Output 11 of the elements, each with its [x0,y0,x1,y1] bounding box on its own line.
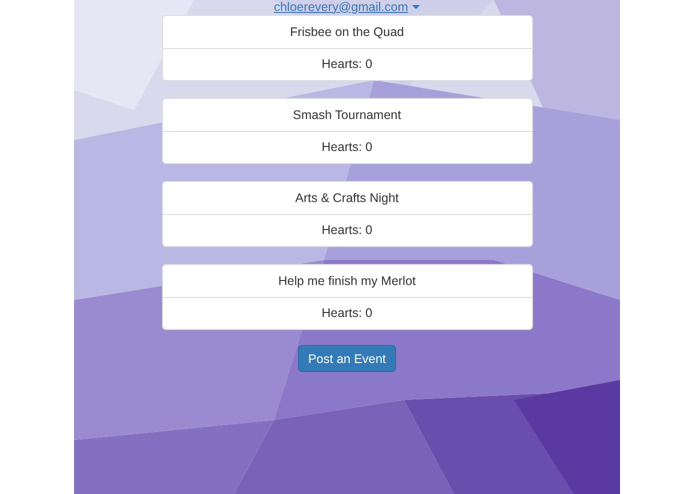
hearts-count: Hearts: 0 [322,140,372,154]
hearts-count: Hearts: 0 [322,306,372,320]
post-event-button[interactable]: Post an Event [298,345,396,372]
account-link[interactable]: chloerevery@gmail.com [274,0,420,14]
event-title: Arts & Crafts Night [295,190,399,205]
event-title: Smash Tournament [292,108,402,122]
hearts-count: Hearts: 0 [322,57,372,72]
caret-icon [412,4,420,8]
event-title: Frisbee on the Quad [290,24,404,39]
event-title: Help me finish my Merlot [278,274,416,288]
hearts-count: Hearts: 0 [322,223,372,238]
